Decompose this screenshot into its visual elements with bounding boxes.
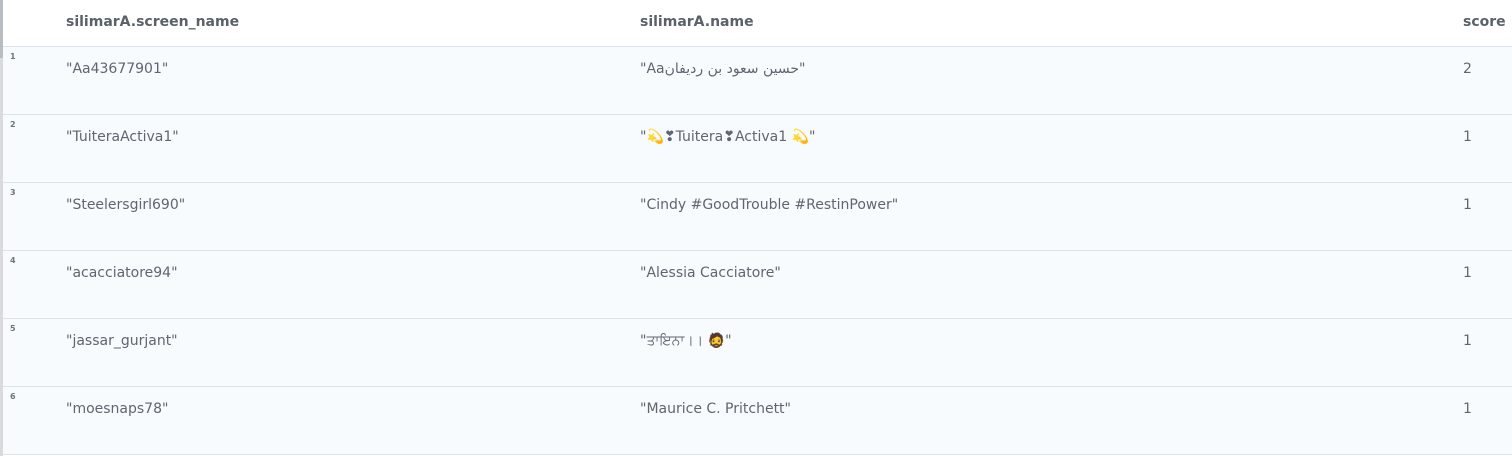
name-cell: "Cindy #GoodTrouble #RestinPower" <box>640 197 899 213</box>
score-cell: 1 <box>1463 265 1472 281</box>
row-number: 5 <box>10 324 16 333</box>
score-cell: 1 <box>1463 333 1472 349</box>
score-cell: 2 <box>1463 61 1472 77</box>
screen-name-cell: "moesnaps78" <box>66 401 169 417</box>
name-cell: "Maurice C. Pritchett" <box>640 401 791 417</box>
column-header-name[interactable]: silimarA.name <box>640 14 754 30</box>
row-number: 4 <box>10 256 16 265</box>
screen-name-cell: "Steelersgirl690" <box>66 197 186 213</box>
table-row[interactable]: 4 "acacciatore94" "Alessia Cacciatore" 1 <box>3 251 1512 319</box>
score-cell: 1 <box>1463 197 1472 213</box>
score-cell: 1 <box>1463 401 1472 417</box>
table-row[interactable]: 2 "TuiteraActiva1" "💫❣Tuitera❣Activa1 💫"… <box>3 115 1512 183</box>
screen-name-cell: "TuiteraActiva1" <box>66 129 179 145</box>
row-number: 3 <box>10 188 16 197</box>
column-header-score[interactable]: score <box>1463 14 1506 30</box>
name-cell: "Aaحسين سعود بن رديفان" <box>640 61 806 77</box>
score-cell: 1 <box>1463 129 1472 145</box>
table-row[interactable]: 6 "moesnaps78" "Maurice C. Pritchett" 1 <box>3 387 1512 455</box>
name-cell: "Alessia Cacciatore" <box>640 265 781 281</box>
row-number: 2 <box>10 120 16 129</box>
screen-name-cell: "jassar_gurjant" <box>66 333 178 349</box>
table-row[interactable]: 3 "Steelersgirl690" "Cindy #GoodTrouble … <box>3 183 1512 251</box>
table-row[interactable]: 1 "Aa43677901" "Aaحسين سعود بن رديفان" 2 <box>3 47 1512 115</box>
name-cell: "ਤਾਇਨਾ।। 🧔" <box>640 333 732 349</box>
row-number: 6 <box>10 392 16 401</box>
name-cell: "💫❣Tuitera❣Activa1 💫" <box>640 129 816 145</box>
screen-name-cell: "acacciatore94" <box>66 265 178 281</box>
column-header-screen-name[interactable]: silimarA.screen_name <box>66 14 239 30</box>
query-results-table: silimarA.screen_name silimarA.name score… <box>0 0 1512 456</box>
table-header-row: silimarA.screen_name silimarA.name score <box>3 0 1512 47</box>
screen-name-cell: "Aa43677901" <box>66 61 169 77</box>
table-row[interactable]: 5 "jassar_gurjant" "ਤਾਇਨਾ।। 🧔" 1 <box>3 319 1512 387</box>
row-number: 1 <box>10 52 16 61</box>
